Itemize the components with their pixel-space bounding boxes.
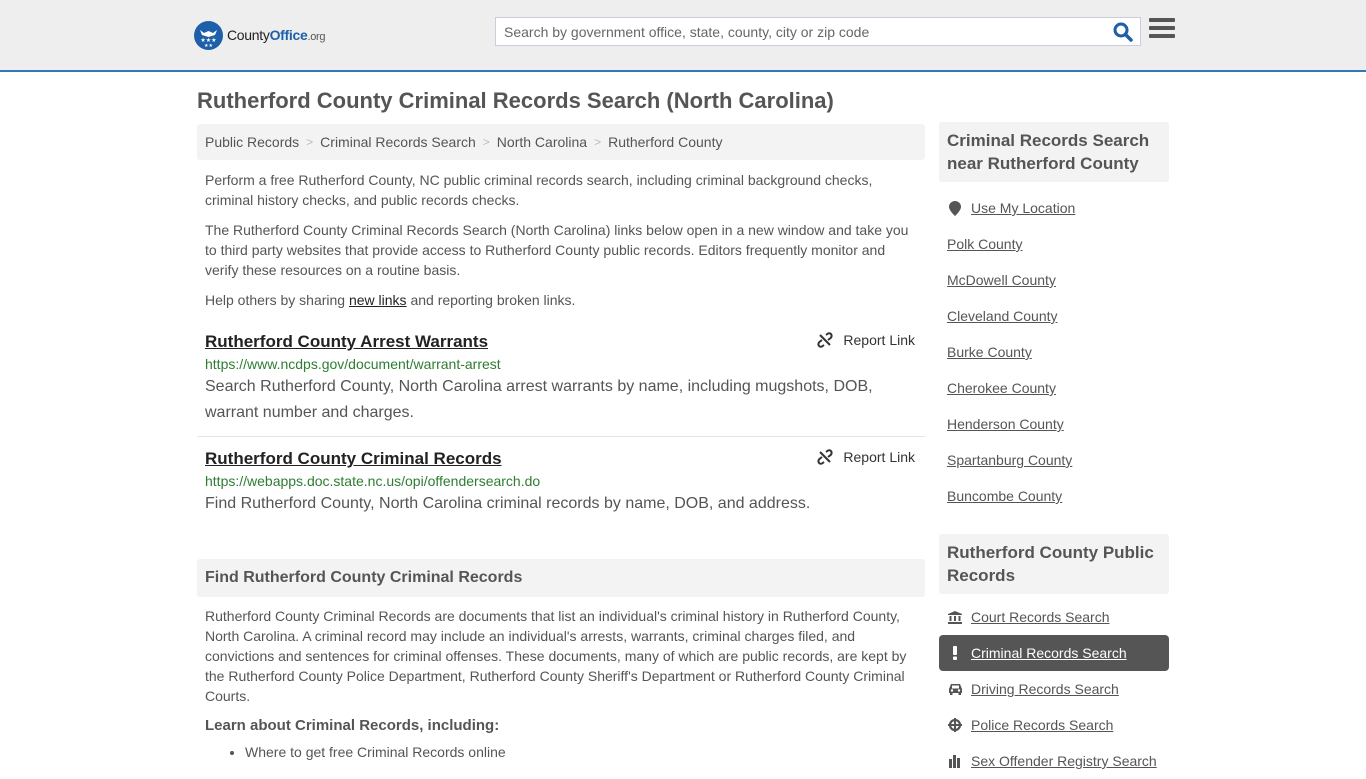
intro-text: Perform a free Rutherford County, NC pub… <box>197 170 925 310</box>
report-link-button[interactable]: Report Link <box>817 449 915 465</box>
sidebar: Criminal Records Search near Rutherford … <box>939 122 1169 779</box>
result-description: Find Rutherford County, North Carolina c… <box>205 495 811 512</box>
driving-records-link[interactable]: Driving Records Search <box>971 681 1119 697</box>
find-records-section: Rutherford County Criminal Records are d… <box>197 606 925 762</box>
nearby-county-item: Cleveland County <box>939 298 1169 334</box>
public-records-item-driving: Driving Records Search <box>939 671 1169 707</box>
nearby-county-link[interactable]: Cherokee County <box>947 380 1056 396</box>
nearby-county-item: Spartanburg County <box>939 442 1169 478</box>
learn-list-item: Where to get free Criminal Records onlin… <box>245 742 925 762</box>
intro-paragraph: The Rutherford County Criminal Records S… <box>205 222 909 278</box>
use-my-location-link[interactable]: Use My Location <box>971 200 1075 216</box>
svg-text:★★: ★★ <box>204 43 213 49</box>
public-records-item-sex-offender: Sex Offender Registry Search <box>939 743 1169 779</box>
public-records-heading: Rutherford County Public Records <box>939 534 1169 594</box>
search-input[interactable] <box>496 18 1106 45</box>
result-item: Rutherford County Arrest Warrants Report… <box>197 330 925 437</box>
nearby-county-item: Henderson County <box>939 406 1169 442</box>
nearby-counties-list: Use My Location Polk County McDowell Cou… <box>939 190 1169 514</box>
car-icon <box>947 683 963 695</box>
breadcrumb-separator: > <box>594 135 602 149</box>
nearby-county-link[interactable]: Burke County <box>947 344 1032 360</box>
logo-text: CountyOffice.org <box>227 27 326 43</box>
breadcrumb-rutherford-county[interactable]: Rutherford County <box>608 134 722 150</box>
breadcrumb-criminal-records-search[interactable]: Criminal Records Search <box>320 134 476 150</box>
hamburger-menu-button[interactable] <box>1149 18 1175 42</box>
nearby-county-item: Cherokee County <box>939 370 1169 406</box>
search-button[interactable] <box>1112 21 1134 43</box>
intro-paragraph: Perform a free Rutherford County, NC pub… <box>205 172 873 208</box>
nearby-county-link[interactable]: Cleveland County <box>947 308 1058 324</box>
nearby-county-item: Polk County <box>939 226 1169 262</box>
breadcrumb-public-records[interactable]: Public Records <box>205 134 299 150</box>
public-records-item-criminal: Criminal Records Search <box>939 635 1169 671</box>
nearby-county-item: McDowell County <box>939 262 1169 298</box>
nearby-county-link[interactable]: Buncombe County <box>947 488 1062 504</box>
site-header: ★★★ ★★ CountyOffice.org <box>0 0 1366 72</box>
learn-list: Where to get free Criminal Records onlin… <box>197 742 925 762</box>
result-item: Rutherford County Criminal Records Repor… <box>197 447 925 517</box>
site-logo[interactable]: ★★★ ★★ CountyOffice.org <box>194 20 326 50</box>
public-records-list: Court Records Search Criminal Records Se… <box>939 599 1169 779</box>
find-records-heading: Find Rutherford County Criminal Records <box>197 559 925 597</box>
sex-offender-registry-link[interactable]: Sex Offender Registry Search <box>971 753 1157 769</box>
share-links-paragraph: Help others by sharing new links and rep… <box>197 290 925 310</box>
criminal-records-link[interactable]: Criminal Records Search <box>971 645 1127 661</box>
nearby-county-link[interactable]: Polk County <box>947 236 1022 252</box>
learn-heading: Learn about Criminal Records, including: <box>205 717 500 734</box>
hamburger-menu-icon <box>1149 18 1175 38</box>
breadcrumb-separator: > <box>482 135 490 149</box>
nearby-county-item: Buncombe County <box>939 478 1169 514</box>
breadcrumb: Public Records > Criminal Records Search… <box>197 124 925 160</box>
search-box <box>495 17 1141 46</box>
share-text: Help others by sharing <box>205 292 349 308</box>
police-records-link[interactable]: Police Records Search <box>971 717 1113 733</box>
share-text: and reporting broken links. <box>406 292 576 308</box>
court-records-link[interactable]: Court Records Search <box>971 609 1110 625</box>
crosshair-icon <box>947 718 963 732</box>
eagle-stars-logo-icon: ★★★ ★★ <box>194 20 223 50</box>
broken-link-icon <box>817 332 833 348</box>
find-records-body: Rutherford County Criminal Records are d… <box>205 608 907 704</box>
result-url: https://www.ncdps.gov/document/warrant-a… <box>205 356 501 372</box>
use-my-location-item: Use My Location <box>939 190 1169 226</box>
new-links-link[interactable]: new links <box>349 292 407 308</box>
courthouse-icon <box>947 610 963 624</box>
building-icon <box>947 754 963 768</box>
report-link-button[interactable]: Report Link <box>817 332 915 348</box>
page-title: Rutherford County Criminal Records Searc… <box>197 88 834 113</box>
exclamation-icon <box>947 646 963 660</box>
result-description: Search Rutherford County, North Carolina… <box>205 378 873 421</box>
nearby-county-item: Burke County <box>939 334 1169 370</box>
nearby-county-link[interactable]: McDowell County <box>947 272 1056 288</box>
result-url: https://webapps.doc.state.nc.us/opi/offe… <box>205 473 541 489</box>
main-content: Public Records > Criminal Records Search… <box>197 124 925 762</box>
public-records-item-police: Police Records Search <box>939 707 1169 743</box>
map-pin-icon <box>947 200 963 216</box>
result-title-link[interactable]: Rutherford County Criminal Records <box>205 447 502 471</box>
breadcrumb-separator: > <box>306 135 314 149</box>
nearby-county-link[interactable]: Henderson County <box>947 416 1064 432</box>
nearby-county-link[interactable]: Spartanburg County <box>947 452 1072 468</box>
result-title-link[interactable]: Rutherford County Arrest Warrants <box>205 330 488 354</box>
nearby-heading: Criminal Records Search near Rutherford … <box>939 122 1169 182</box>
public-records-item-court: Court Records Search <box>939 599 1169 635</box>
broken-link-icon <box>817 449 833 465</box>
search-icon <box>1113 22 1133 42</box>
report-link-label: Report Link <box>843 332 915 348</box>
report-link-label: Report Link <box>843 449 915 465</box>
breadcrumb-north-carolina[interactable]: North Carolina <box>497 134 587 150</box>
